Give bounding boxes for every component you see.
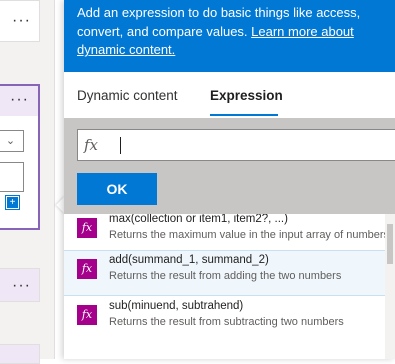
add-dynamic-content-icon[interactable]: + xyxy=(5,195,20,210)
list-item-add[interactable]: fx add(summand_1, summand_2) Returns the… xyxy=(64,250,395,296)
text-field[interactable] xyxy=(0,162,24,192)
function-icon: fx xyxy=(77,259,97,279)
expression-editor-area: fx OK xyxy=(64,118,395,214)
function-name: sub(minuend, subtrahend) xyxy=(109,300,244,312)
tab-bar: Dynamic content Expression xyxy=(64,72,395,118)
expression-panel: Add an expression to do basic things lik… xyxy=(64,0,395,359)
function-icon: fx xyxy=(77,218,97,238)
text-cursor xyxy=(120,137,121,154)
ok-button[interactable]: OK xyxy=(77,173,157,205)
function-name: add(summand_1, summand_2) xyxy=(109,254,269,266)
function-description: Returns the result from subtracting two … xyxy=(109,316,344,328)
action-card-top[interactable]: ··· xyxy=(0,0,40,42)
expression-input[interactable]: fx xyxy=(77,129,395,161)
function-description: Returns the result from adding the two n… xyxy=(109,270,342,282)
card-header: ··· xyxy=(0,86,38,116)
function-list: fx max(collection or item1, item2?, ...)… xyxy=(64,214,395,359)
function-icon: fx xyxy=(84,136,99,154)
function-icon: fx xyxy=(77,305,97,325)
canvas-divider xyxy=(54,0,55,359)
active-tab-indicator xyxy=(210,114,278,116)
function-description: Returns the maximum value in the input a… xyxy=(109,229,385,241)
more-options-icon[interactable]: ··· xyxy=(12,13,31,29)
more-options-icon[interactable]: ··· xyxy=(10,92,29,108)
chevron-down-icon[interactable]: ⌄ xyxy=(0,130,24,152)
function-name: max(collection or item1, item2?, ...) xyxy=(109,214,288,225)
more-options-icon[interactable]: ··· xyxy=(12,278,31,294)
tab-expression[interactable]: Expression xyxy=(210,88,283,103)
action-card-lower[interactable]: ··· xyxy=(0,268,40,302)
list-item-sub[interactable]: fx sub(minuend, subtrahend) Returns the … xyxy=(64,297,395,343)
action-card-bottom[interactable] xyxy=(0,344,40,364)
scrollbar-thumb[interactable] xyxy=(387,224,393,264)
tab-dynamic-content[interactable]: Dynamic content xyxy=(77,88,178,103)
action-card-active[interactable]: ··· ⌄ + xyxy=(0,84,40,230)
info-banner: Add an expression to do basic things lik… xyxy=(64,0,395,72)
